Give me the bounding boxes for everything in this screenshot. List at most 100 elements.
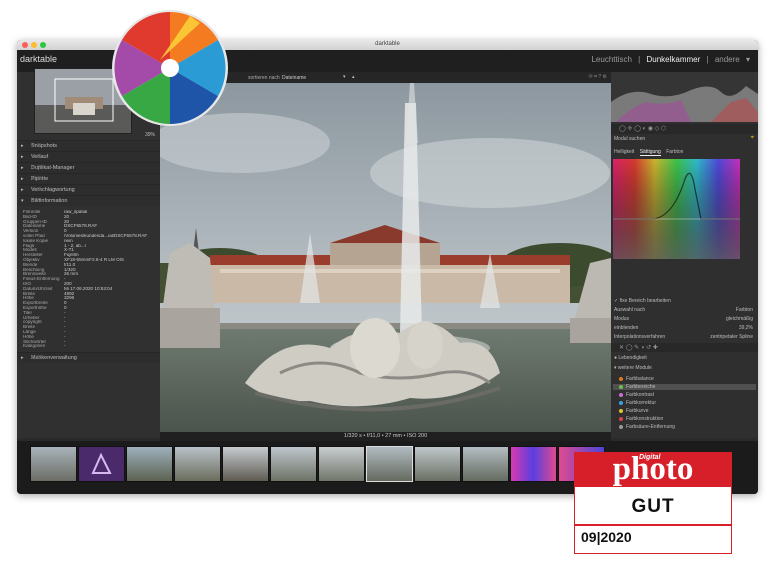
chevron-down-icon[interactable]: ▾: [343, 74, 346, 80]
zoom-level[interactable]: 39%: [145, 132, 155, 138]
info-value: 20: [64, 219, 70, 224]
info-value: -: [64, 334, 66, 339]
sort-direction-icon[interactable]: ▴: [352, 74, 355, 80]
thumbnail[interactable]: [222, 446, 269, 482]
section-history[interactable]: ▸ Verlauf ⚙ ☰: [17, 151, 160, 162]
info-value: Fujifilm: [64, 253, 79, 258]
more-modules-label[interactable]: ▾ weitere Module: [614, 365, 652, 371]
tab-lightness[interactable]: Helligkeit: [614, 149, 634, 155]
toolbar-icons[interactable]: ⟳ ⌗ ? ⚙: [589, 74, 607, 80]
module-active-label[interactable]: ● Lebendigkeit: [614, 355, 647, 361]
module-list-item[interactable]: Farbkurve: [619, 408, 649, 414]
module-search-label[interactable]: Modul suchen: [614, 136, 645, 142]
view-other[interactable]: andere: [715, 55, 740, 64]
module-bullet-icon: [619, 384, 623, 389]
module-list-item[interactable]: Farbkontrast: [619, 392, 654, 398]
module-bullet-icon: [619, 400, 623, 405]
module-list-item[interactable]: Farbsäure-Entfernung: [619, 424, 675, 430]
module-bullet-icon: [619, 376, 623, 381]
app-logo: darktable: [20, 54, 57, 64]
info-value: 200: [64, 281, 72, 286]
info-value: 4992: [64, 291, 75, 296]
darktable-logo-icon: [112, 10, 228, 126]
module-list-label: Farbbalance: [626, 376, 654, 382]
section-color-picker[interactable]: ▸ Pipette ⚙ ☰: [17, 173, 160, 184]
module-list-item[interactable]: Farbbereiche: [613, 384, 756, 390]
module-bullet-icon: [619, 424, 623, 429]
module-list-label: Farbkurve: [626, 408, 649, 414]
info-value: XF18-55mmF2.8-4 R LM OIS: [64, 257, 124, 262]
module-list-label: Farbsäure-Entfernung: [626, 424, 675, 430]
info-value: 1/320: [64, 267, 76, 272]
module-list-item[interactable]: Farbkonstruktion: [619, 416, 663, 422]
main-image[interactable]: [160, 83, 611, 433]
thumbnail[interactable]: [510, 446, 557, 482]
thumbnail[interactable]: [270, 446, 317, 482]
thumbnail[interactable]: [414, 446, 461, 482]
thumbnail[interactable]: [174, 446, 221, 482]
module-list-item[interactable]: Farbkorrektur: [619, 400, 656, 406]
tab-saturation[interactable]: Sättigung: [639, 149, 661, 156]
view-separator: |: [638, 55, 641, 64]
module-bullet-icon: [619, 416, 623, 421]
row-interpolation-value[interactable]: zentripetaler Spline: [710, 334, 753, 340]
histogram[interactable]: [611, 72, 758, 122]
badge-digital: Digital: [639, 454, 661, 461]
row-select-by-value[interactable]: Farbton: [736, 307, 753, 313]
module-bullet-icon: [619, 392, 623, 397]
section-tagging[interactable]: ▸ Verschlagwortung ⚙ ☰: [17, 184, 160, 195]
thumbnail[interactable]: [462, 446, 509, 482]
info-value: 20: [64, 214, 70, 219]
info-value: -: [64, 325, 66, 330]
info-value: f/11.0: [64, 262, 76, 267]
image-information-list: Filmrolle raw_spatial Bild-ID 20 Gruppen-ID 2…: [23, 210, 158, 349]
section-duplicate-manager[interactable]: ▸ Duplikat-Manager ⚙ ☰: [17, 162, 160, 173]
thumbnail[interactable]: [126, 446, 173, 482]
color-zones-graph[interactable]: [613, 159, 740, 259]
pin-icon[interactable]: ⌖: [751, 135, 754, 142]
module-group-tabs[interactable]: ◯ ✢ ◯ ◐ ◉ ◇ ⬡: [611, 124, 758, 134]
magazine-rating-badge: photo Digital GUT 09|2020: [575, 451, 731, 553]
info-value: -: [64, 315, 66, 320]
info-value: 0: [64, 301, 67, 306]
blend-mode-icons[interactable]: ✕ ◯ ✎ ◑ ↺ ✚: [611, 343, 758, 352]
edit-area-label[interactable]: ✓ fixe Bereich bearbeiten: [614, 298, 671, 304]
chevron-down-icon[interactable]: ▾: [746, 55, 750, 64]
module-list-label: Farbkonstruktion: [626, 416, 664, 422]
row-mode-label: Modus: [614, 316, 630, 322]
info-value: 1 - 2, ab...r: [64, 243, 87, 248]
sort-label: sortieren nach: [248, 75, 280, 81]
view-separator: |: [706, 55, 709, 64]
module-bullet-icon: [619, 408, 623, 413]
thumbnail[interactable]: [78, 446, 125, 482]
info-value: 0: [64, 229, 67, 234]
info-value: Mi 17.06.2020 10:53:04: [64, 286, 113, 291]
thumbnail-selected[interactable]: [366, 446, 413, 482]
module-list-label: Farbkontrast: [626, 392, 655, 398]
section-image-information[interactable]: ▾ Bildinformation ⚙ ☰: [17, 195, 160, 206]
info-value: -: [64, 339, 66, 344]
right-panel: ◯ ✢ ◯ ◐ ◉ ◇ ⬡ Modul suchen ⌖ Helligkeit …: [611, 72, 758, 438]
module-list-item[interactable]: Farbbalance: [619, 376, 654, 382]
info-value: -: [64, 329, 66, 334]
badge-header: photo Digital: [575, 451, 731, 487]
section-snapshots[interactable]: ▸ Snapshots ⚙ ☰: [17, 140, 160, 151]
view-switcher: Leuchttisch | Dunkelkammer | andere ▾: [587, 55, 750, 64]
row-select-by-label: Auswahl nach: [614, 307, 646, 313]
info-value: -: [64, 320, 66, 325]
view-darkroom[interactable]: Dunkelkammer: [646, 55, 700, 64]
section-mask-manager[interactable]: ▸ Maskenverwaltung ⚙ ☰: [17, 352, 160, 363]
thumbnail[interactable]: [318, 446, 365, 482]
sort-select[interactable]: Dateiname: [282, 75, 306, 81]
row-mode-value[interactable]: gleichmäßig: [726, 316, 753, 322]
tab-hue[interactable]: Farbton: [666, 149, 683, 155]
info-value: -: [64, 310, 66, 315]
row-blend-value[interactable]: 39,2%: [739, 325, 753, 331]
view-lighttable[interactable]: Leuchttisch: [591, 55, 631, 64]
info-value: /Volumes/kundenda...ial/DSCF6578.RAF: [64, 233, 148, 238]
info-value: raw_spatial: [64, 210, 88, 214]
info-value: nein: [64, 238, 73, 243]
thumbnail[interactable]: [30, 446, 77, 482]
info-value: X-T1: [64, 248, 74, 253]
info-row: Kategorien -: [23, 344, 158, 349]
